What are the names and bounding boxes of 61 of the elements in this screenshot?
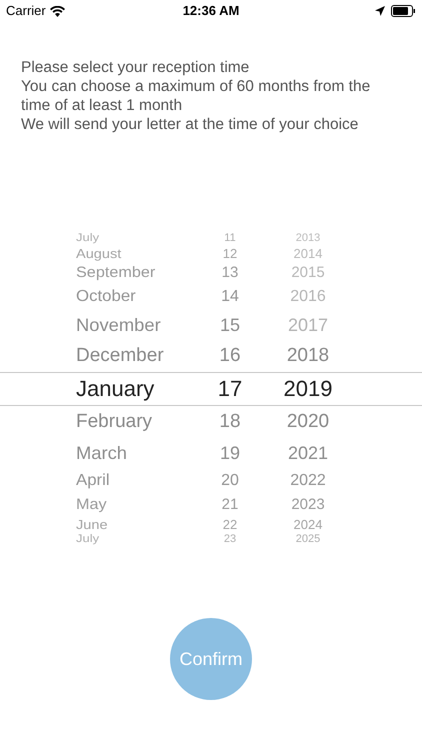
year-label: 2013 (296, 232, 320, 245)
year-label: 2015 (291, 263, 325, 283)
picker-row[interactable]: August 12 2014 (0, 245, 422, 262)
day-label: 20 (221, 471, 239, 491)
picker-row[interactable]: July 11 2013 (0, 232, 422, 245)
status-time: 12:36 AM (182, 2, 240, 20)
selected-row[interactable]: January 17 2019 (0, 372, 422, 406)
confirm-button[interactable]: Confirm (170, 618, 252, 700)
day-label: 18 (219, 410, 241, 434)
year-label: 2024 (294, 516, 322, 533)
instruction-text: Please select your reception time (21, 58, 250, 77)
year-label: 2023 (291, 495, 325, 515)
month-label: September (76, 263, 156, 283)
year-label: 2014 (294, 245, 322, 262)
month-label: April (76, 471, 110, 491)
month-label: February (76, 410, 152, 434)
day-label: 23 (224, 533, 236, 546)
day-label: 12 (222, 245, 238, 262)
instruction-text: You can choose a maximum of 60 months from the time of at least 1 month (21, 77, 372, 115)
month-label: December (76, 344, 164, 368)
month-label: November (76, 314, 161, 337)
picker-row[interactable]: October 14 2016 (0, 284, 422, 310)
day-label: 21 (222, 495, 238, 515)
day-label: 14 (221, 287, 239, 307)
day-label: 11 (224, 232, 236, 245)
year-label: 2021 (288, 442, 328, 465)
battery-icon (390, 5, 416, 17)
day-label: 16 (219, 344, 241, 368)
month-label: October (76, 287, 136, 307)
year-label: 2016 (290, 287, 326, 307)
day-label: 22 (222, 516, 238, 533)
year-label: 2025 (296, 533, 320, 546)
month-label: July (76, 232, 100, 245)
year-label: 2018 (286, 344, 330, 368)
picker-row[interactable]: March 19 2021 (0, 438, 422, 468)
day-label: 15 (220, 314, 240, 337)
month-label: July (76, 533, 100, 546)
month-label: August (76, 245, 122, 262)
day-label: 13 (222, 263, 238, 283)
wifi-icon (50, 6, 65, 16)
year-label: 2022 (290, 471, 326, 491)
day-label: 19 (220, 442, 240, 465)
month-label: June (76, 516, 108, 533)
picker-row[interactable]: November 15 2017 (0, 310, 422, 340)
year-label: 2017 (288, 314, 328, 337)
picker-row[interactable]: December 16 2018 (0, 340, 422, 372)
picker-row[interactable]: July 23 2025 (0, 533, 422, 546)
picker-row[interactable]: June 22 2024 (0, 516, 422, 533)
month-label: January (76, 375, 154, 403)
year-label: 2020 (286, 410, 330, 434)
month-label: March (76, 442, 128, 465)
day-label: 17 (218, 375, 242, 403)
picker-row[interactable]: May 21 2023 (0, 494, 422, 516)
instruction-text: We will send your letter at the time of your choice (21, 115, 360, 134)
month-label: May (76, 495, 107, 515)
picker-row[interactable]: September 13 2015 (0, 262, 422, 284)
picker-row[interactable]: February 18 2020 (0, 406, 422, 438)
location-arrow-icon (374, 6, 385, 16)
year-label: 2019 (284, 375, 332, 403)
picker-row[interactable]: April 20 2022 (0, 468, 422, 494)
carrier-name: Carrier (6, 2, 46, 20)
